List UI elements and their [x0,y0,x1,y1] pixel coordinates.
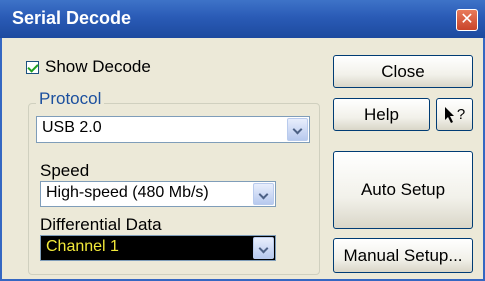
close-button[interactable]: Close [333,55,473,88]
title-bar[interactable]: Serial Decode ✕ [0,0,485,38]
differential-data-select[interactable]: Channel 1 [40,235,276,261]
chevron-down-icon[interactable] [253,183,274,205]
speed-label: Speed [40,161,90,180]
chevron-down-icon[interactable] [287,118,308,141]
question-mark-icon: ? [456,106,466,123]
whats-this-help-button[interactable]: ? [436,98,473,131]
help-button[interactable]: Help [333,98,430,131]
checkbox-checked-icon[interactable] [26,60,39,74]
chevron-down-icon[interactable] [253,237,274,259]
differential-data-label: Differential Data [40,215,162,234]
close-window-icon[interactable]: ✕ [456,9,478,31]
show-decode-label: Show Decode [45,57,151,76]
speed-value: High-speed (480 Mb/s) [46,184,209,201]
auto-setup-button[interactable]: Auto Setup [333,151,473,229]
pointer-arrow-icon [444,106,456,124]
protocol-select[interactable]: USB 2.0 [36,116,310,143]
protocol-value: USB 2.0 [42,119,102,136]
manual-setup-button[interactable]: Manual Setup... [333,238,473,273]
window-title: Serial Decode [12,8,132,28]
speed-select[interactable]: High-speed (480 Mb/s) [40,181,276,207]
differential-data-value: Channel 1 [46,238,119,255]
protocol-legend: Protocol [36,89,105,109]
show-decode-checkbox[interactable]: Show Decode [26,57,151,77]
serial-decode-dialog: Serial Decode ✕ Show Decode Protocol USB… [0,0,485,281]
